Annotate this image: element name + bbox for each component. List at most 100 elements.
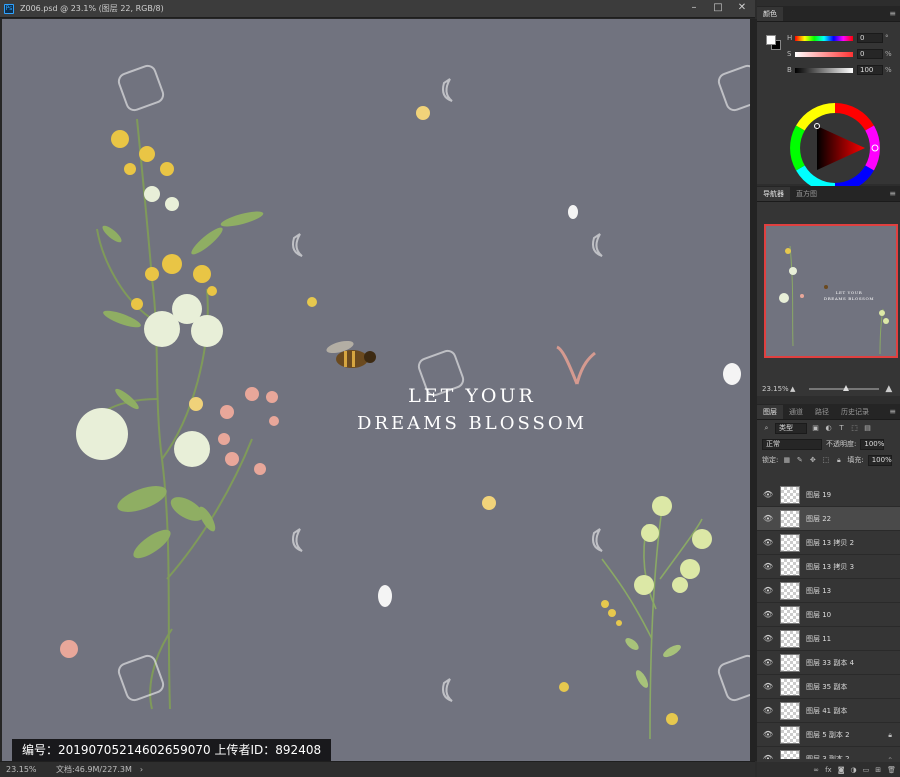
- layer-name[interactable]: 图层 19: [806, 490, 831, 500]
- layer-thumbnail[interactable]: [780, 749, 800, 759]
- mask-icon[interactable]: ◙: [838, 766, 845, 774]
- adjustment-filter-icon[interactable]: ◐: [824, 424, 833, 433]
- lock-position-icon[interactable]: ✥: [808, 456, 817, 465]
- layer-name[interactable]: 图层 10: [806, 610, 831, 620]
- layer-thumbnail[interactable]: [780, 605, 800, 624]
- layer-thumbnail[interactable]: [780, 533, 800, 552]
- visibility-eye-icon[interactable]: 👁︎: [761, 562, 775, 571]
- new-layer-icon[interactable]: ⊞: [875, 766, 881, 774]
- visibility-eye-icon[interactable]: 👁︎: [761, 514, 775, 523]
- zoom-in-icon[interactable]: ▲: [885, 384, 892, 394]
- layer-name[interactable]: 图层 13 拷贝 3: [806, 562, 854, 572]
- smart-object-filter-icon[interactable]: ▤: [863, 424, 872, 433]
- pixel-filter-icon[interactable]: ▣: [811, 424, 820, 433]
- layer-thumbnail[interactable]: [780, 557, 800, 576]
- layer-thumbnail[interactable]: [780, 701, 800, 720]
- panel-menu-icon[interactable]: ≡: [889, 9, 896, 18]
- visibility-eye-icon[interactable]: 👁︎: [761, 490, 775, 499]
- layer-thumbnail[interactable]: [780, 725, 800, 744]
- maximize-button[interactable]: □: [711, 2, 725, 14]
- close-button[interactable]: ✕: [735, 2, 749, 14]
- layer-thumbnail[interactable]: [780, 653, 800, 672]
- layer-thumbnail[interactable]: [780, 509, 800, 528]
- color-wheel[interactable]: [787, 100, 883, 196]
- hue-track[interactable]: [795, 35, 853, 41]
- layer-row[interactable]: 👁︎ 图层 10: [757, 603, 900, 627]
- layer-name[interactable]: 图层 35 副本: [806, 682, 847, 692]
- saturation-track[interactable]: [795, 51, 853, 57]
- layers-list[interactable]: 👁︎ 图层 19 👁︎ 图层 22 👁︎ 图层 13 拷贝 2 👁︎ 图层 13 拷贝 3 👁︎…: [757, 483, 900, 759]
- trash-icon[interactable]: 🗑︎: [887, 766, 896, 774]
- tab-histogram[interactable]: 直方图: [790, 187, 823, 201]
- navigator-zoom-slider[interactable]: [809, 385, 880, 391]
- saturation-slider[interactable]: S 0 %: [787, 48, 899, 60]
- status-menu-arrow[interactable]: ›: [140, 765, 143, 774]
- zoom-out-icon[interactable]: ▲: [790, 385, 795, 393]
- fill-input[interactable]: 100%: [867, 454, 892, 466]
- visibility-eye-icon[interactable]: 👁︎: [761, 634, 775, 643]
- layer-row[interactable]: 👁︎ 图层 13 拷贝 2: [757, 531, 900, 555]
- opacity-input[interactable]: 100%: [860, 438, 884, 450]
- saturation-value[interactable]: 0: [857, 49, 883, 59]
- tab-layers[interactable]: 图层: [757, 405, 783, 419]
- visibility-eye-icon[interactable]: 👁︎: [761, 682, 775, 691]
- tab-color[interactable]: 颜色: [757, 7, 783, 21]
- layer-name[interactable]: 图层 3 副本 2: [806, 754, 850, 760]
- layer-thumbnail[interactable]: [780, 677, 800, 696]
- lock-pixels-icon[interactable]: ▦: [782, 456, 791, 465]
- layer-row[interactable]: 👁︎ 图层 13 拷贝 3: [757, 555, 900, 579]
- lock-paint-icon[interactable]: ✎: [795, 456, 804, 465]
- visibility-eye-icon[interactable]: 👁︎: [761, 658, 775, 667]
- minimize-button[interactable]: –: [687, 2, 701, 14]
- layer-row[interactable]: 👁︎ 图层 33 副本 4: [757, 651, 900, 675]
- layer-row[interactable]: 👁︎ 图层 5 副本 2 🔒︎: [757, 723, 900, 747]
- layer-name[interactable]: 图层 13: [806, 586, 831, 596]
- layer-name[interactable]: 图层 41 副本: [806, 706, 847, 716]
- tab-channels[interactable]: 通道: [783, 405, 809, 419]
- layer-name[interactable]: 图层 13 拷贝 2: [806, 538, 854, 548]
- panel-menu-icon[interactable]: ≡: [889, 407, 896, 416]
- layer-thumbnail[interactable]: [780, 629, 800, 648]
- group-icon[interactable]: ▭: [863, 766, 870, 774]
- canvas[interactable]: LET YOUR DREAMS BLOSSOM: [2, 19, 750, 761]
- adjustment-icon[interactable]: ◑: [851, 766, 857, 774]
- zoom-slider-knob[interactable]: [843, 385, 850, 391]
- layer-thumbnail[interactable]: [780, 581, 800, 600]
- lock-artboard-icon[interactable]: ⬚: [821, 456, 830, 465]
- layer-row[interactable]: 👁︎ 图层 13: [757, 579, 900, 603]
- shape-filter-icon[interactable]: ⬚: [850, 424, 859, 433]
- visibility-eye-icon[interactable]: 👁︎: [761, 754, 775, 759]
- panel-menu-icon[interactable]: ≡: [889, 189, 896, 198]
- navigator-zoom-value[interactable]: 23.15%: [762, 385, 790, 393]
- visibility-eye-icon[interactable]: 👁︎: [761, 730, 775, 739]
- layer-kind-filter[interactable]: 类型: [775, 422, 807, 434]
- tab-navigator[interactable]: 导航器: [757, 187, 790, 201]
- tab-history[interactable]: 历史记录: [835, 405, 875, 419]
- navigator-thumbnail[interactable]: LET YOUR DREAMS BLOSSOM: [764, 224, 898, 358]
- type-filter-icon[interactable]: T: [837, 424, 846, 433]
- layer-row[interactable]: 👁︎ 图层 11: [757, 627, 900, 651]
- visibility-eye-icon[interactable]: 👁︎: [761, 538, 775, 547]
- layer-name[interactable]: 图层 5 副本 2: [806, 730, 850, 740]
- link-icon[interactable]: ∞: [813, 766, 819, 774]
- layer-name[interactable]: 图层 22: [806, 514, 831, 524]
- blend-mode-select[interactable]: 正常: [762, 438, 822, 450]
- layer-name[interactable]: 图层 11: [806, 634, 831, 644]
- layer-row[interactable]: 👁︎ 图层 3 副本 2 🔒︎: [757, 747, 900, 759]
- foreground-color-swatch[interactable]: [766, 35, 776, 45]
- visibility-eye-icon[interactable]: 👁︎: [761, 706, 775, 715]
- layer-thumbnail[interactable]: [780, 485, 800, 504]
- status-zoom[interactable]: 23.15%: [6, 765, 46, 774]
- layer-row[interactable]: 👁︎ 图层 19: [757, 483, 900, 507]
- brightness-slider[interactable]: B 100 %: [787, 64, 899, 76]
- layer-row[interactable]: 👁︎ 图层 22: [757, 507, 900, 531]
- hue-value[interactable]: 0: [857, 33, 883, 43]
- document-tab[interactable]: Ps Z006.psd @ 23.1% (图层 22, RGB/8) – □ ✕: [0, 0, 755, 18]
- fx-icon[interactable]: fx: [825, 766, 832, 774]
- tab-paths[interactable]: 路径: [809, 405, 835, 419]
- visibility-eye-icon[interactable]: 👁︎: [761, 610, 775, 619]
- hue-slider[interactable]: H 0 °: [787, 32, 899, 44]
- layer-name[interactable]: 图层 33 副本 4: [806, 658, 854, 668]
- layer-row[interactable]: 👁︎ 图层 35 副本: [757, 675, 900, 699]
- brightness-track[interactable]: [795, 67, 853, 73]
